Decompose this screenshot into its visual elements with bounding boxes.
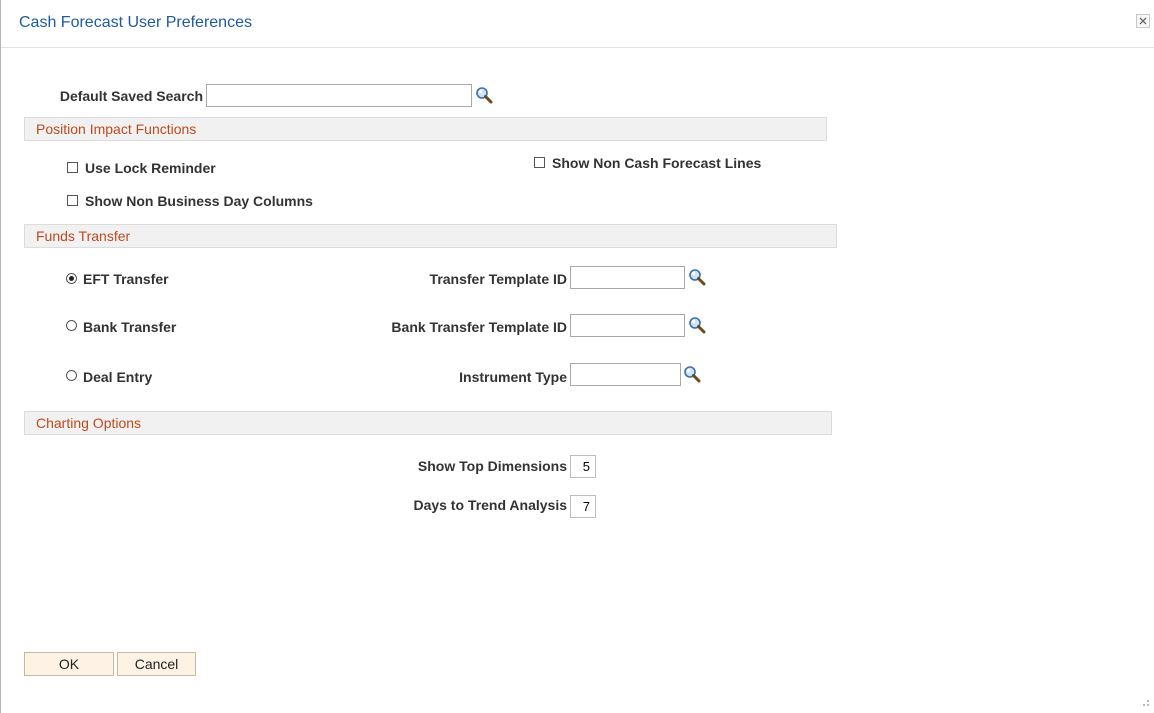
default-saved-search-label: Default Saved Search xyxy=(59,88,203,104)
charting-options-section-header: Charting Options xyxy=(24,411,832,435)
default-saved-search-lookup-icon[interactable] xyxy=(475,86,493,104)
days-to-trend-analysis-input[interactable] xyxy=(570,495,596,518)
position-impact-section-header: Position Impact Functions xyxy=(24,117,827,141)
bank-transfer-template-lookup-icon[interactable] xyxy=(688,316,706,334)
default-saved-search-input[interactable] xyxy=(206,84,472,107)
transfer-template-id-label: Transfer Template ID xyxy=(429,271,567,287)
close-button[interactable] xyxy=(1136,14,1150,28)
bank-transfer-template-id-input[interactable] xyxy=(570,314,685,337)
transfer-template-id-input[interactable] xyxy=(570,266,685,289)
resize-grip-icon[interactable] xyxy=(1142,699,1150,707)
show-top-dimensions-label: Show Top Dimensions xyxy=(417,458,567,474)
show-top-dimensions-input[interactable] xyxy=(570,455,596,478)
bank-transfer-label: Bank Transfer xyxy=(83,319,177,335)
window-title: Cash Forecast User Preferences xyxy=(19,14,252,31)
cancel-button[interactable]: Cancel xyxy=(117,652,196,676)
funds-transfer-section-header: Funds Transfer xyxy=(24,224,837,248)
use-lock-reminder-checkbox[interactable] xyxy=(67,162,78,173)
title-bar: Cash Forecast User Preferences xyxy=(1,0,1154,48)
deal-entry-label: Deal Entry xyxy=(83,369,153,385)
deal-entry-radio[interactable] xyxy=(66,370,77,381)
position-impact-section-title: Position Impact Functions xyxy=(36,121,197,137)
funds-transfer-section-title: Funds Transfer xyxy=(36,228,131,244)
instrument-type-label: Instrument Type xyxy=(459,369,567,385)
show-non-business-day-columns-checkbox[interactable] xyxy=(67,195,78,206)
eft-transfer-radio[interactable] xyxy=(66,273,77,284)
transfer-template-lookup-icon[interactable] xyxy=(688,268,706,286)
charting-options-section-title: Charting Options xyxy=(36,415,142,431)
instrument-type-input[interactable] xyxy=(570,363,681,386)
instrument-type-lookup-icon[interactable] xyxy=(683,365,701,383)
close-icon xyxy=(1139,17,1147,25)
use-lock-reminder-label: Use Lock Reminder xyxy=(85,160,216,176)
bank-transfer-radio[interactable] xyxy=(66,320,77,331)
modal-window: Cash Forecast User Preferences Default S… xyxy=(0,0,1154,713)
ok-button[interactable]: OK xyxy=(24,652,114,676)
days-to-trend-analysis-label: Days to Trend Analysis xyxy=(413,497,567,513)
show-non-cash-forecast-lines-label: Show Non Cash Forecast Lines xyxy=(552,155,762,171)
title-divider xyxy=(1,47,1154,48)
eft-transfer-label: EFT Transfer xyxy=(83,271,169,287)
show-non-business-day-columns-label: Show Non Business Day Columns xyxy=(85,193,313,209)
bank-transfer-template-id-label: Bank Transfer Template ID xyxy=(391,319,567,335)
show-non-cash-forecast-lines-checkbox[interactable] xyxy=(534,157,545,168)
